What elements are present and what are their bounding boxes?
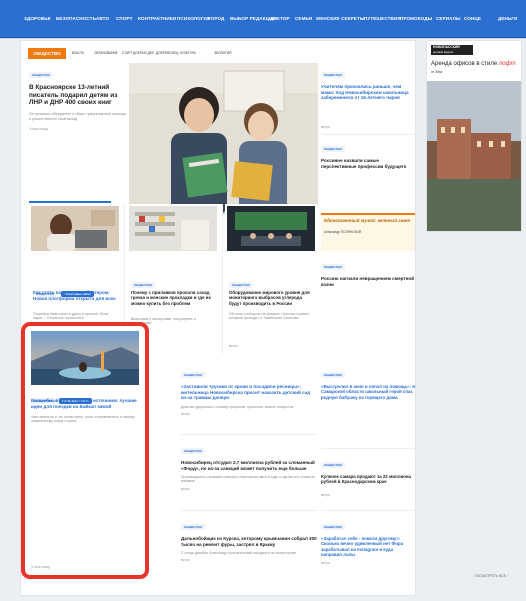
nav-item[interactable]: КОНТРАКТНИКИ xyxy=(138,16,176,21)
section-link[interactable]: ЭКОЛОГИЯ xyxy=(214,51,231,55)
ad-area: от 30м² xyxy=(431,70,443,74)
news-title[interactable]: Новосибирец отсудил 2,7 миллиона рублей … xyxy=(181,460,317,471)
kids-with-books-photo xyxy=(129,63,318,215)
nav-item[interactable]: БЕЗОПАСНОСТЬ xyxy=(56,16,96,21)
show-all-link[interactable]: ПОСМОТРЕТЬ ВСЕ › xyxy=(474,574,508,578)
nav-item[interactable]: ДЕНЬГИ xyxy=(498,16,517,21)
top-navigation-bar: ЗДОРОВЬЕ БЕЗОПАСНОСТЬ АВТО СПОРТ КОНТРАК… xyxy=(0,0,526,39)
news-card[interactable]: ОБЩЕСТВО Учителям признались раньше, чем… xyxy=(321,63,415,135)
news-lead: Об этом сообщили на форуме «Чистая стран… xyxy=(229,312,310,321)
news-card[interactable]: ОБЩЕСТВО «Заставили трусики от крови и п… xyxy=(181,363,317,435)
nav-item[interactable]: СОНЦЕ xyxy=(464,16,481,21)
store-shelves-photo xyxy=(129,206,217,251)
nav-item[interactable]: ДОКТОР xyxy=(270,16,290,21)
timestamp: вчера xyxy=(181,486,190,491)
building-photo xyxy=(427,81,521,231)
nav-item[interactable]: СПОРТ xyxy=(116,16,133,21)
category-tag[interactable]: ОБЩЕСТВО xyxy=(131,282,155,288)
ad-banner[interactable]: НОВОПАССКИЙ деловой квартал Аренда офисо… xyxy=(426,40,522,232)
news-title[interactable]: Учителям признались раньше, чем мама: по… xyxy=(321,84,415,101)
timestamp: вчера xyxy=(321,561,330,566)
nav-item[interactable]: ПСИХОЛОГИЯ xyxy=(177,16,210,21)
nav-item[interactable]: ЗДОРОВЬЕ xyxy=(24,16,51,21)
news-title[interactable]: «Заработал себе - помоги другому»: Сколь… xyxy=(321,536,415,557)
section-link[interactable]: ОБРАЗОВАНИЕ xyxy=(94,51,118,55)
news-title[interactable]: Россияне назвали самые перспективные про… xyxy=(321,158,415,169)
category-tag[interactable]: ОБЩЕСТВО xyxy=(229,282,253,288)
category-tag[interactable]: ОБЩЕСТВО xyxy=(321,372,345,378)
timestamp: вчера xyxy=(181,558,190,563)
category-tag[interactable]: ОБЩЕСТВО xyxy=(29,72,53,78)
nav-item[interactable]: ПУТЕШЕСТВИЯ xyxy=(364,16,401,21)
section-link[interactable]: ВЛАСТЬ xyxy=(72,51,84,55)
woman-with-laptop-photo xyxy=(31,206,119,251)
nav-item[interactable]: АВТО xyxy=(96,16,109,21)
news-title[interactable]: «Выстрелил в окно и попал на помощь»: в … xyxy=(321,384,415,400)
opinion-title[interactable]: Единственный музей: зеленый свет xyxy=(324,218,412,224)
category-tag[interactable]: ОБЩЕСТВО xyxy=(321,72,345,78)
timestamp: вчера xyxy=(229,344,238,348)
news-lead: С конца декабря Александр Колонитонский … xyxy=(181,551,297,555)
news-card[interactable]: ОБЩЕСТВО «Заработал себе - помоги другом… xyxy=(321,515,415,587)
divider xyxy=(29,201,111,203)
divider xyxy=(0,38,526,39)
ad-logo: НОВОПАССКИЙ деловой квартал xyxy=(431,45,473,55)
nav-item[interactable]: СЕРИАЛЫ xyxy=(436,16,461,21)
news-lead: Производитель иномарки повторно перечисл… xyxy=(181,475,315,484)
news-title[interactable]: Россию нагнали невращением смертной казн… xyxy=(321,276,415,287)
news-title[interactable]: «Заставили трусики от крови и посадили р… xyxy=(181,384,317,401)
section-link[interactable]: ДОБРОВОЛЕЦ xyxy=(156,51,178,55)
nav-item[interactable]: ЖЕНСКИЕ СЕКРЕТЫ xyxy=(316,16,364,21)
timestamp: вчера xyxy=(321,492,330,497)
category-tag[interactable]: ОБЩЕСТВО xyxy=(321,462,345,468)
category-tag[interactable]: ОБЩЕСТВО xyxy=(321,524,345,530)
news-title[interactable]: Куличек самара продают за 22 миллиона ру… xyxy=(321,474,415,485)
ad-title: Аренда офисов в стиле лофт xyxy=(431,61,516,67)
opinion-card[interactable]: Единственный музей: зеленый свет Алексан… xyxy=(321,213,415,251)
news-title[interactable]: Оборудование мирового уровня для монитор… xyxy=(229,290,315,306)
category-tag[interactable]: ОБЩЕСТВО xyxy=(181,372,205,378)
category-tag[interactable]: ОБЩЕСТВО xyxy=(321,146,345,152)
author-name[interactable]: Александр ПОЛЯНСКИЙ xyxy=(324,230,412,234)
selection-highlight xyxy=(21,322,149,579)
category-tag[interactable]: ОБЩЕСТВО xyxy=(321,264,345,270)
lead-story-lead: Он успешно объединил о сборе гуманитарно… xyxy=(29,112,126,121)
news-card[interactable]: ОБЩЕСТВО Россию нагнали невращением смер… xyxy=(321,255,415,325)
nav-item[interactable]: СЕМЬЯ xyxy=(295,16,312,21)
news-thumbnail[interactable] xyxy=(227,206,315,251)
section-link[interactable]: КУЛЬТУРА xyxy=(180,51,196,55)
lead-story-title[interactable]: В Красноярске 13-летний писатель подарил… xyxy=(29,84,129,107)
news-thumbnail[interactable] xyxy=(129,206,217,251)
section-badge[interactable]: ОБЩЕСТВО xyxy=(28,48,66,59)
news-card[interactable]: ОБЩЕСТВО «Выстрелил в окно и попал на по… xyxy=(321,363,415,449)
news-card[interactable]: ОБЩЕСТВО Дальнобойщик из Курска, котором… xyxy=(181,515,317,587)
news-card[interactable]: ОБЩЕСТВО Оборудование мирового уровня дл… xyxy=(225,204,319,354)
news-title[interactable]: Дальнобойщик из Курска, которому крымчан… xyxy=(181,536,317,547)
timestamp: вчера xyxy=(181,411,190,416)
forum-stage-photo xyxy=(227,206,315,251)
section-link[interactable]: СТАРТ ДОБРЫХ ДЕЛ xyxy=(122,51,154,55)
nav-item[interactable]: ПРОМОКОДЫ xyxy=(400,16,432,21)
category-tag[interactable]: ОБЩЕСТВО xyxy=(181,524,205,530)
news-title[interactable]: Почему с прилавков пропали сахар, гречка… xyxy=(131,290,217,306)
section-bar: ОБЩЕСТВО ВЛАСТЬ ОБРАЗОВАНИЕ СТАРТ ДОБРЫХ… xyxy=(28,48,418,60)
news-title[interactable]: Как стать популярным блогером: Новая пла… xyxy=(33,290,119,301)
timestamp: 3 часа назад xyxy=(29,126,48,131)
timestamp: вчера xyxy=(321,124,330,129)
nav-item[interactable]: ГОРОД xyxy=(208,16,224,21)
news-lead: Девочка ударилась о клюмку прицепом, при… xyxy=(181,404,294,409)
news-card[interactable]: ОБЩЕСТВО Россияне назвали самые перспект… xyxy=(321,137,415,201)
news-card[interactable]: ОБЩЕСТВО Новосибирец отсудил 2,7 миллион… xyxy=(181,439,317,511)
lead-story-photo[interactable] xyxy=(129,63,318,215)
news-lead: Потребуя свою силы и удачу в проекте «Бл… xyxy=(33,312,109,321)
news-card[interactable]: ОБЩЕСТВО Куличек самара продают за 22 ми… xyxy=(321,453,415,511)
news-thumbnail[interactable] xyxy=(31,206,119,251)
category-tag[interactable]: ОБЩЕСТВО xyxy=(181,448,205,454)
